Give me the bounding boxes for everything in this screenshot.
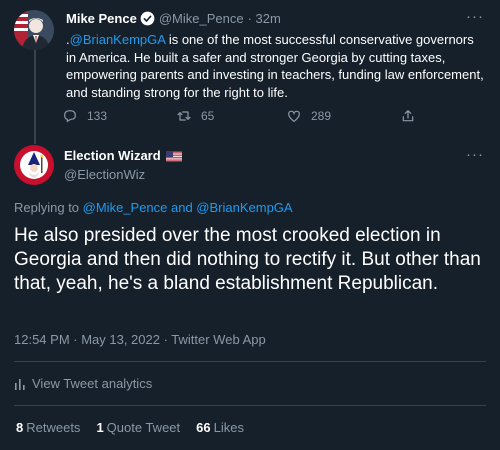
divider <box>14 405 486 406</box>
pence-avatar[interactable] <box>14 10 54 50</box>
us-flag-icon <box>165 150 182 162</box>
main-tweet-text: He also presided over the most crooked e… <box>14 225 481 294</box>
parent-author-handle[interactable]: @Mike_Pence <box>159 11 244 26</box>
parent-tweet-header: Mike Pence @Mike_Pence · 32m <box>66 11 281 26</box>
retweet-button[interactable]: 65 <box>176 108 214 124</box>
replying-to: Replying to @Mike_Pence and @BrianKempGA <box>14 200 293 215</box>
like-icon <box>288 110 300 123</box>
mention-link[interactable]: @BrianKempGA <box>70 32 166 47</box>
parent-tweet-text: .@BrianKempGA is one of the most success… <box>66 32 484 100</box>
election-wizard-avatar[interactable] <box>14 145 54 185</box>
share-icon <box>402 110 414 122</box>
main-more-options-icon[interactable]: ··· <box>466 146 484 163</box>
analytics-label: View Tweet analytics <box>32 376 153 391</box>
main-tweet-header: Election Wizard <box>64 148 182 163</box>
parent-more-options-icon[interactable]: ··· <box>466 8 484 25</box>
replying-to-links[interactable]: @Mike_Pence and @BrianKempGA <box>83 200 293 215</box>
likes-stat[interactable]: 66 Likes <box>196 420 244 435</box>
like-button[interactable]: 289 <box>286 108 331 124</box>
retweet-icon <box>177 111 191 121</box>
parent-author-name[interactable]: Mike Pence <box>66 11 137 26</box>
parent-tweet-time[interactable]: · 32m <box>248 11 281 26</box>
engagement-stats: 8 Retweets 1 Quote Tweet 66 Likes <box>16 420 260 435</box>
view-analytics-link[interactable]: View Tweet analytics <box>14 376 152 391</box>
reply-icon <box>64 110 76 123</box>
divider <box>14 361 486 362</box>
analytics-icon <box>15 378 25 390</box>
share-button[interactable] <box>400 108 425 124</box>
reply-button[interactable]: 133 <box>62 108 107 124</box>
quote-tweets-stat[interactable]: 1 Quote Tweet <box>96 420 180 435</box>
tweet-timestamp[interactable]: 12:54 PM · May 13, 2022 · Twitter Web Ap… <box>14 332 266 347</box>
retweets-stat[interactable]: 8 Retweets <box>16 420 80 435</box>
like-count: 289 <box>311 109 332 123</box>
main-author-name[interactable]: Election Wizard <box>64 148 161 163</box>
reply-count: 133 <box>87 109 108 123</box>
thread-connector <box>34 50 36 144</box>
main-author-handle[interactable]: @ElectionWiz <box>64 167 145 182</box>
verified-badge-icon <box>140 11 155 26</box>
retweet-count: 65 <box>201 109 215 123</box>
